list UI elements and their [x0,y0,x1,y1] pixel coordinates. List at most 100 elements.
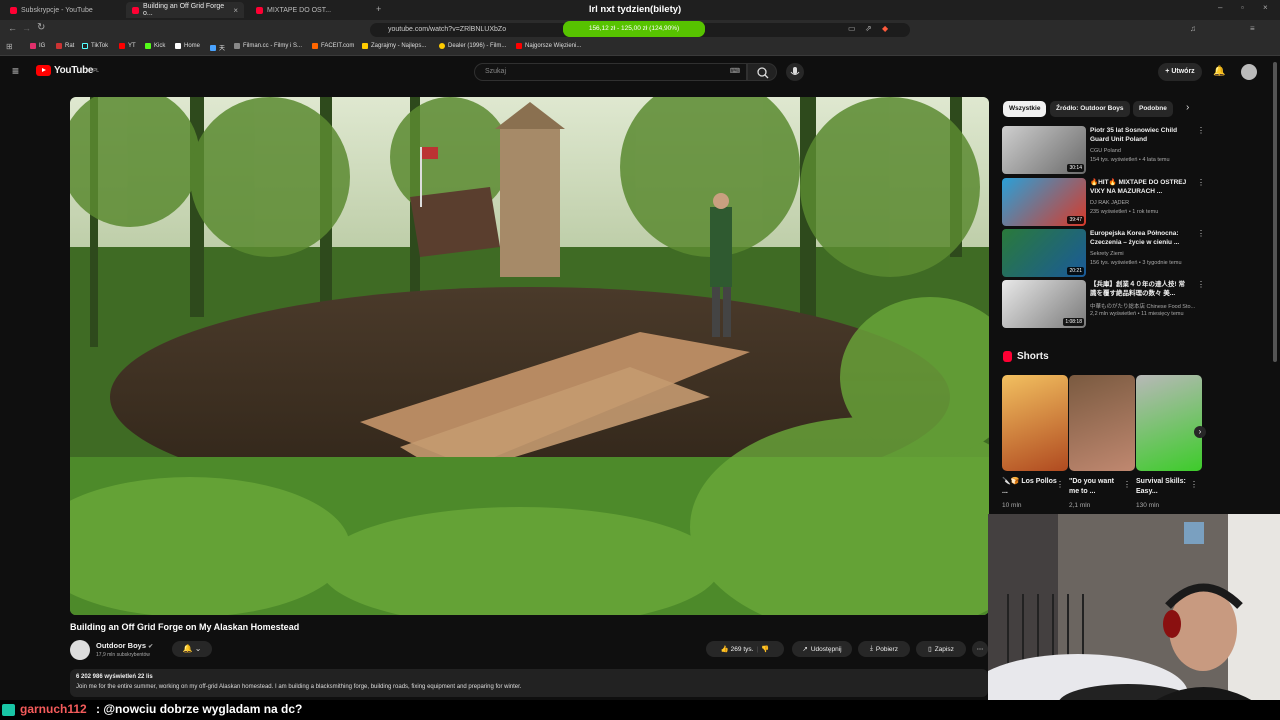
maximize-icon[interactable]: ▫ [1241,3,1244,12]
voice-search-button[interactable] [786,63,804,81]
recommended-video[interactable]: 20:21 Europejska Korea Północna: Czeczen… [1002,229,1205,277]
chip-from-channel[interactable]: Źródło: Outdoor Boys [1050,101,1130,117]
chip-all[interactable]: Wszystkie [1003,101,1047,117]
youtube-header: ≡ YouTube PL Szukaj ⌨ + Utwórz 🔔 [0,57,1280,87]
bookmark-item[interactable]: Dealer (1996) - Film... [439,43,506,49]
recommended-meta: 154 tys. wyświetleń • 4 lata temu [1090,157,1170,163]
close-tab-icon[interactable]: × [233,6,238,15]
chip-related[interactable]: Podobne [1133,101,1173,117]
browser-tab[interactable]: MIXTAPE DO OST... [250,2,370,18]
short-thumbnail[interactable] [1002,375,1068,471]
brave-shield-icon[interactable]: ◆ [882,24,888,33]
streamer-webcam [988,514,1280,720]
page-scrollbar[interactable] [1273,62,1277,362]
short-views: 10 mln [1002,502,1022,509]
more-options-icon[interactable]: ⋮ [1190,480,1198,489]
tiktok-icon [82,43,88,49]
bookmark-item[interactable]: FACEIT.com [312,43,354,49]
save-label: Zapisz [934,645,954,653]
video-title: Building an Off Grid Forge on My Alaskan… [70,622,300,632]
description-box[interactable]: 6 202 986 wyświetleń 22 lis Join me for … [70,669,988,697]
recommended-channel: 中華ものがたり総本店 Chinese Food Sto... [1090,304,1196,310]
more-options-icon[interactable]: ⋮ [1197,280,1205,289]
bookmark-item[interactable]: TikTok [82,43,108,49]
recommended-video[interactable]: 1:08:18 【兵庫】創業４０年の達人技! 常識を覆す絶品料理の数々 美...… [1002,280,1205,328]
short-title: Survival Skills: Easy... [1136,478,1186,495]
menu-icon[interactable]: ≡ [1250,24,1255,33]
more-options-icon[interactable]: ⋮ [1056,480,1064,489]
download-button[interactable]: ⤓ Pobierz [858,641,910,657]
recommended-title: Piotr 35 lat Sosnowiec Child Guard Unit … [1090,127,1178,143]
tab-title: Subskrypcje - YouTube [21,6,93,14]
duration-badge: 1:08:18 [1063,318,1084,326]
bookmark-item[interactable]: IG [30,43,45,49]
shorts-next-icon[interactable]: › [1194,426,1206,438]
bell-icon: 🔔 ⌄ [182,644,202,653]
bookmark-label: 天 [219,46,226,52]
keyboard-icon[interactable]: ⌨ [730,64,740,80]
share-button[interactable]: ↗ Udostępnij [792,641,852,657]
bookmark-item[interactable]: Najgorsze Więzieni... [516,43,581,49]
cast-icon[interactable]: ▭ [848,24,856,33]
stream-goal-bar: 156,12 zł - 125,00 zł (124,90%) [563,21,705,37]
more-options-icon[interactable]: ⋮ [1197,126,1205,135]
recommended-video[interactable]: 30:14 Piotr 35 lat Sosnowiec Child Guard… [1002,126,1205,174]
save-button[interactable]: ▯ Zapisz [916,641,966,657]
webcam-frame [988,514,1280,720]
short-thumbnail[interactable] [1069,375,1135,471]
minimize-icon[interactable]: – [1218,3,1222,12]
bookmark-label: Zagrajmy - Najleps... [371,43,427,49]
more-options-icon[interactable]: ⋮ [1197,178,1205,187]
like-dislike-group: 👍 269 tys. | 👎 [706,641,784,657]
more-dots-icon: ⋯ [976,646,984,653]
dislike-button[interactable]: 👎 [761,645,769,653]
bookmark-item[interactable]: Zagrajmy - Najleps... [362,43,426,49]
new-tab-icon[interactable]: + [376,4,381,14]
video-player[interactable] [70,97,989,615]
subscriber-count: 17,9 mln subskrybentów [96,652,150,658]
subscribed-bell-button[interactable]: 🔔 ⌄ [172,641,212,657]
short-title: 🔪🍞 Los Pollos ... [1002,478,1057,495]
bookmark-item[interactable]: 天 [210,43,225,52]
tab-title: MIXTAPE DO OST... [267,6,332,14]
share-label: Udostępnij [810,645,842,653]
back-icon[interactable]: ← [8,23,17,33]
bookmark-label: YT [128,43,136,49]
music-icon[interactable]: ♫ [1190,24,1196,33]
share-icon[interactable]: ⇗ [865,24,872,33]
bookmark-item[interactable]: Filman.cc - Filmy i S... [234,43,302,49]
more-options-icon[interactable]: ⋮ [1123,480,1131,489]
recommended-video[interactable]: 39:47 🔥HIT🔥 MIXTAPE DO OSTREJ VIXY NA MA… [1002,178,1205,226]
apps-grid-icon[interactable]: ⊞ [6,42,13,51]
bookmark-item[interactable]: Rat [56,43,74,49]
more-options-icon[interactable]: ⋮ [1197,229,1205,238]
channel-name[interactable]: Outdoor Boys ✔ [96,641,153,650]
browser-tab[interactable]: Subskrypcje - YouTube [4,2,124,18]
youtube-favicon-icon [256,6,263,14]
short-thumbnail[interactable] [1136,375,1202,471]
bookmark-item[interactable]: YT [119,43,136,49]
divider: | [756,645,759,653]
chevron-right-icon[interactable]: › [1186,102,1189,113]
reload-icon[interactable]: ↻ [37,22,45,33]
bookmark-item[interactable]: Home [175,43,200,49]
close-window-icon[interactable]: × [1263,3,1268,12]
bookmark-label: FACEIT.com [321,43,355,49]
account-avatar[interactable] [1241,64,1257,80]
search-button[interactable] [747,63,777,81]
bookmark-label: Dealer (1996) - Film... [448,43,507,49]
browser-tab-active[interactable]: Building an Off Grid Forge o... × [126,2,244,18]
create-button[interactable]: + Utwórz [1158,63,1202,81]
recommended-meta: 2,2 mln wyświetleń • 11 miesięcy temu [1090,311,1184,317]
x-icon [175,43,181,49]
search-input[interactable]: Szukaj ⌨ [474,63,747,81]
notifications-bell-icon[interactable]: 🔔 [1213,66,1225,77]
youtube-logo[interactable]: YouTube PL [36,65,99,76]
bookmark-item[interactable]: Kick [145,43,165,49]
channel-avatar[interactable] [70,640,90,660]
more-actions-button[interactable]: ⋯ [972,641,988,657]
video-thumbnail: 1:08:18 [1002,280,1086,328]
hamburger-menu-icon[interactable]: ≡ [12,64,19,78]
like-button[interactable]: 👍 269 tys. [721,645,754,653]
forward-icon[interactable]: → [22,23,31,33]
